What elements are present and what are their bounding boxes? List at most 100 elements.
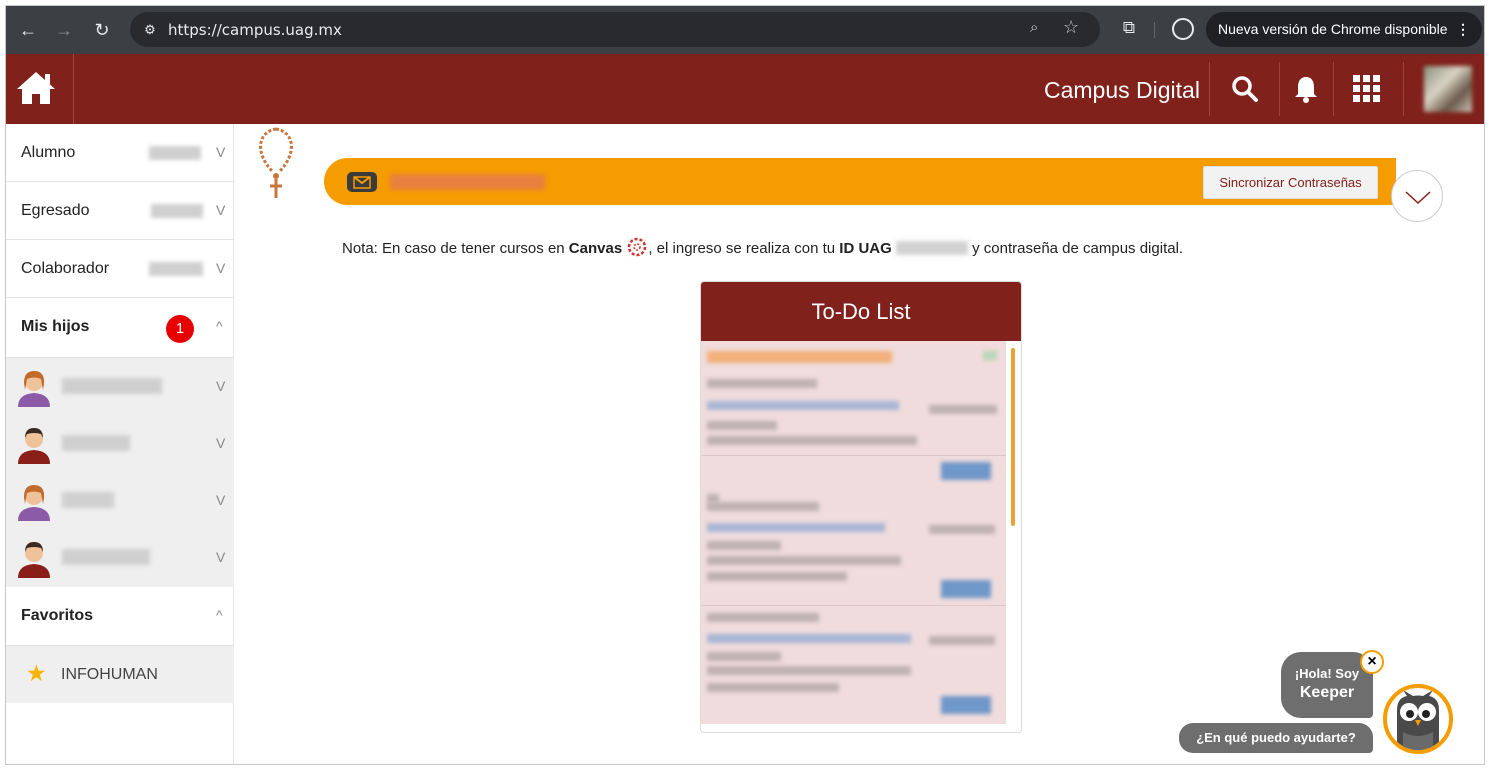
- chevron-up-icon[interactable]: ^: [216, 607, 223, 623]
- redacted-text: [62, 549, 150, 565]
- child-item[interactable]: V: [6, 415, 234, 472]
- child-item[interactable]: V: [6, 472, 234, 529]
- keeper-greeting-line2: Keeper: [1299, 684, 1355, 701]
- redacted-link[interactable]: [707, 401, 899, 410]
- forward-icon[interactable]: →: [52, 18, 76, 42]
- redacted-button[interactable]: [941, 696, 991, 714]
- address-bar[interactable]: ⚙ https://campus.uag.mx ⌕ ☆: [130, 12, 1100, 47]
- profile-icon[interactable]: [1172, 18, 1194, 40]
- redacted-text: [707, 351, 892, 363]
- todo-item[interactable]: [701, 488, 1006, 606]
- browser-toolbar: ← → ↻ ⚙ https://campus.uag.mx ⌕ ☆ ⧉ Nuev…: [6, 6, 1484, 54]
- sidebar: Alumno V Egresado V Colaborador V Mis hi…: [6, 124, 234, 764]
- favorite-item-infohuman[interactable]: ★ INFOHUMAN: [6, 646, 234, 703]
- back-icon[interactable]: ←: [16, 18, 40, 42]
- home-button[interactable]: [6, 54, 74, 124]
- redacted-text: [62, 378, 162, 394]
- chevron-down-icon[interactable]: V: [216, 492, 225, 508]
- male-avatar-icon: [18, 428, 50, 464]
- sidebar-item-label: Egresado: [21, 202, 90, 219]
- redacted-text: [707, 436, 917, 445]
- redacted-button[interactable]: [941, 580, 991, 598]
- female-avatar-icon: [18, 485, 50, 521]
- collapse-banner-button[interactable]: [1391, 170, 1443, 222]
- bookmark-star-icon[interactable]: ☆: [1063, 17, 1079, 38]
- chevron-down-icon[interactable]: V: [216, 144, 225, 160]
- url-text[interactable]: https://campus.uag.mx: [168, 21, 342, 39]
- redacted-text: [151, 204, 203, 218]
- todo-list: [701, 341, 1006, 724]
- sidebar-item-colaborador[interactable]: Colaborador V: [6, 240, 234, 298]
- menu-dots-icon[interactable]: ⋮: [1456, 12, 1470, 47]
- todo-item[interactable]: [701, 607, 1006, 724]
- sidebar-item-alumno[interactable]: Alumno V: [6, 124, 234, 182]
- todo-scrollbar[interactable]: [1011, 348, 1015, 526]
- chrome-update-button[interactable]: Nueva versión de Chrome disponible ⋮: [1206, 12, 1482, 47]
- note-text: y contraseña de campus digital.: [967, 240, 1184, 257]
- sidebar-item-label: Favoritos: [21, 607, 94, 624]
- sidebar-item-label: Alumno: [21, 144, 76, 161]
- redacted-text: [929, 405, 997, 414]
- child-item[interactable]: V: [6, 358, 234, 415]
- redacted-text: [149, 146, 201, 160]
- mail-icon: [347, 172, 377, 192]
- favorite-item-label: INFOHUMAN: [61, 666, 158, 683]
- notification-badge: 1: [166, 315, 194, 343]
- redacted-button[interactable]: [941, 462, 991, 480]
- chevron-down-icon[interactable]: V: [216, 260, 225, 276]
- note-text: Nota: En caso de tener cursos en: [342, 240, 569, 257]
- todo-title: To-Do List: [701, 282, 1021, 341]
- keeper-owl-button[interactable]: [1383, 684, 1453, 754]
- redacted-text: [707, 683, 839, 692]
- chevron-down-icon[interactable]: V: [216, 549, 225, 565]
- male-avatar-icon: [18, 542, 50, 578]
- apps-grid-icon[interactable]: [1352, 74, 1382, 104]
- app-title: Campus Digital: [1044, 77, 1200, 103]
- redacted-email: [390, 174, 545, 190]
- extensions-icon[interactable]: ⧉: [1118, 18, 1140, 40]
- redacted-text: [983, 351, 997, 360]
- rosary-icon: [259, 127, 293, 198]
- browser-window: ← → ↻ ⚙ https://campus.uag.mx ⌕ ☆ ⧉ Nuev…: [5, 5, 1485, 765]
- redacted-text: [62, 435, 130, 451]
- redacted-text: [707, 572, 847, 581]
- redacted-text: [707, 541, 781, 550]
- toolbar-divider: [1154, 22, 1155, 38]
- header-divider: [1333, 62, 1334, 116]
- chevron-up-icon[interactable]: ^: [216, 318, 223, 334]
- zoom-icon[interactable]: ⌕: [1030, 19, 1038, 36]
- site-settings-icon[interactable]: ⚙: [140, 20, 160, 40]
- canvas-logo-icon: [628, 237, 647, 257]
- redacted-text: [707, 502, 819, 511]
- reload-icon[interactable]: ↻: [90, 18, 114, 42]
- redacted-text: [707, 652, 781, 661]
- redacted-text: [707, 613, 819, 622]
- header-divider: [1403, 62, 1404, 116]
- redacted-text: [707, 556, 901, 565]
- search-icon[interactable]: [1230, 74, 1260, 104]
- close-icon[interactable]: ×: [1360, 650, 1384, 674]
- redacted-link[interactable]: [707, 523, 885, 532]
- keeper-help-prompt[interactable]: ¿En qué puedo ayudarte?: [1179, 723, 1373, 753]
- sidebar-item-label: Mis hijos: [21, 318, 90, 335]
- chevron-down-icon[interactable]: V: [216, 435, 225, 451]
- todo-panel: To-Do List: [700, 281, 1022, 733]
- child-item[interactable]: V: [6, 529, 234, 586]
- todo-item[interactable]: [701, 341, 1006, 480]
- chevron-down-icon[interactable]: V: [216, 378, 225, 394]
- sidebar-item-mis-hijos[interactable]: Mis hijos 1 ^: [6, 298, 234, 358]
- redacted-text: [929, 636, 995, 645]
- sidebar-item-egresado[interactable]: Egresado V: [6, 182, 234, 240]
- bell-icon[interactable]: [1291, 74, 1321, 104]
- note-text: , el ingreso se realiza con tu: [648, 240, 840, 257]
- update-label: Nueva versión de Chrome disponible: [1218, 21, 1448, 37]
- children-list: V V V V: [6, 358, 234, 587]
- owl-icon: [1397, 690, 1439, 750]
- redacted-text: [707, 421, 777, 430]
- sidebar-item-favoritos[interactable]: Favoritos ^: [6, 587, 234, 646]
- user-avatar[interactable]: [1424, 66, 1472, 112]
- redacted-link[interactable]: [707, 634, 911, 643]
- chevron-down-icon[interactable]: V: [216, 202, 225, 218]
- home-icon: [17, 72, 55, 104]
- sync-passwords-button[interactable]: Sincronizar Contraseñas: [1203, 166, 1378, 199]
